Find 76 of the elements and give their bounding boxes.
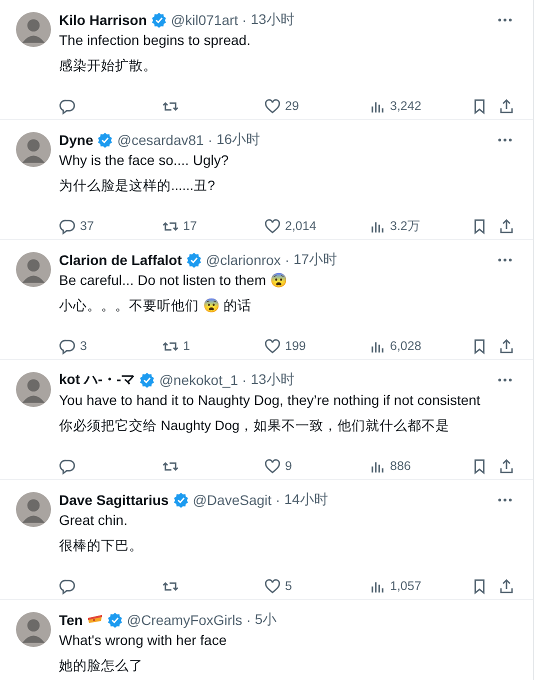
reply-icon[interactable] bbox=[59, 578, 76, 594]
repost-count: 1 bbox=[183, 339, 190, 353]
user-name[interactable]: kot ハ-・-マ bbox=[59, 371, 136, 389]
reply-icon[interactable] bbox=[59, 218, 76, 234]
reply-count: 37 bbox=[80, 219, 94, 233]
avatar-icon[interactable] bbox=[16, 492, 51, 527]
repost-count: 17 bbox=[183, 219, 197, 233]
avatar-icon[interactable] bbox=[16, 132, 51, 167]
user-handle[interactable]: @kil071art bbox=[170, 12, 238, 28]
like-count: 29 bbox=[285, 99, 299, 113]
heart-icon[interactable] bbox=[264, 338, 281, 354]
like-count: 5 bbox=[285, 579, 292, 593]
like-count: 2,014 bbox=[285, 219, 316, 233]
post-time[interactable]: 13小时 bbox=[250, 11, 294, 29]
user-handle[interactable]: @CreamyFoxGirls bbox=[126, 612, 242, 628]
separator-dot: · bbox=[242, 372, 247, 388]
user-handle[interactable]: @DaveSagit bbox=[192, 492, 272, 508]
avatar-icon[interactable] bbox=[16, 252, 51, 287]
separator-dot: · bbox=[276, 492, 280, 508]
translated-text: 很棒的下巴。 bbox=[59, 537, 144, 555]
user-handle[interactable]: @nekokot_1 bbox=[159, 372, 238, 388]
reply-icon[interactable] bbox=[59, 98, 76, 114]
avatar-icon[interactable] bbox=[16, 12, 51, 47]
post-time[interactable]: 16小时 bbox=[216, 131, 260, 149]
user-handle[interactable]: @clarionrox bbox=[206, 252, 281, 268]
user-name[interactable]: Dyne bbox=[59, 132, 94, 148]
post-time[interactable]: 13小时 bbox=[250, 371, 294, 389]
view-count: 6,028 bbox=[390, 339, 422, 353]
reply-text: Be careful... Do not listen to them 😨 bbox=[59, 271, 288, 290]
post-time[interactable]: 17小时 bbox=[293, 251, 338, 269]
like-count: 9 bbox=[285, 459, 292, 473]
like-count: 199 bbox=[285, 339, 306, 353]
user-name[interactable]: Kilo Harrison bbox=[59, 12, 147, 28]
reply-text: Why is the face so.... Ugly? bbox=[59, 151, 230, 170]
view-count: 3,242 bbox=[390, 99, 422, 113]
user-handle[interactable]: @cesardav81 bbox=[117, 132, 204, 148]
post-time[interactable]: 5小 bbox=[254, 611, 277, 629]
separator-dot: · bbox=[242, 12, 247, 28]
avatar-icon[interactable] bbox=[16, 612, 51, 647]
heart-icon[interactable] bbox=[264, 218, 281, 234]
reply-text: What's wrong with her face bbox=[59, 631, 228, 650]
share-icon[interactable] bbox=[498, 458, 515, 474]
reply-icon[interactable] bbox=[59, 338, 76, 354]
reply-count: 3 bbox=[80, 339, 87, 353]
translated-text: 小心。。。不要听他们 😨 的话 bbox=[59, 297, 253, 315]
user-name[interactable]: Clarion de Laffalot bbox=[59, 252, 182, 268]
user-name[interactable]: Dave Sagittarius bbox=[59, 492, 169, 508]
translated-text: 为什么脸是这样的......丑? bbox=[59, 177, 216, 195]
heart-icon[interactable] bbox=[264, 578, 281, 594]
share-icon[interactable] bbox=[498, 338, 515, 354]
translated-text: 感染开始扩散。 bbox=[59, 57, 158, 75]
share-icon[interactable] bbox=[498, 218, 515, 234]
reply-text: The infection begins to spread. bbox=[59, 31, 252, 50]
reply-text: You have to hand it to Naughty Dog, they’re nothing if not consistent bbox=[59, 391, 482, 410]
translated-text: 她的脸怎么了 bbox=[59, 657, 144, 675]
view-count: 886 bbox=[390, 459, 411, 473]
more-icon[interactable] bbox=[497, 378, 513, 382]
user-name[interactable]: Ten bbox=[59, 612, 83, 628]
share-icon[interactable] bbox=[498, 578, 515, 594]
more-icon[interactable] bbox=[497, 498, 513, 502]
post-time[interactable]: 14小时 bbox=[284, 491, 328, 509]
separator-dot: · bbox=[246, 612, 251, 628]
share-icon[interactable] bbox=[498, 98, 515, 114]
more-icon[interactable] bbox=[497, 138, 513, 142]
reply-icon[interactable] bbox=[59, 458, 76, 474]
more-icon[interactable] bbox=[497, 18, 513, 22]
view-count: 3.2万 bbox=[390, 218, 420, 234]
heart-icon[interactable] bbox=[264, 98, 281, 114]
heart-icon[interactable] bbox=[264, 458, 281, 474]
separator-dot: · bbox=[208, 132, 212, 148]
more-icon[interactable] bbox=[497, 258, 513, 262]
reply-text: Great chin. bbox=[59, 511, 128, 530]
view-count: 1,057 bbox=[390, 579, 422, 593]
avatar-icon[interactable] bbox=[16, 372, 51, 407]
separator-dot: · bbox=[284, 252, 290, 268]
translated-text: 你必须把它交给 Naughty Dog，如果不一致，他们就什么都不是 bbox=[59, 417, 451, 435]
